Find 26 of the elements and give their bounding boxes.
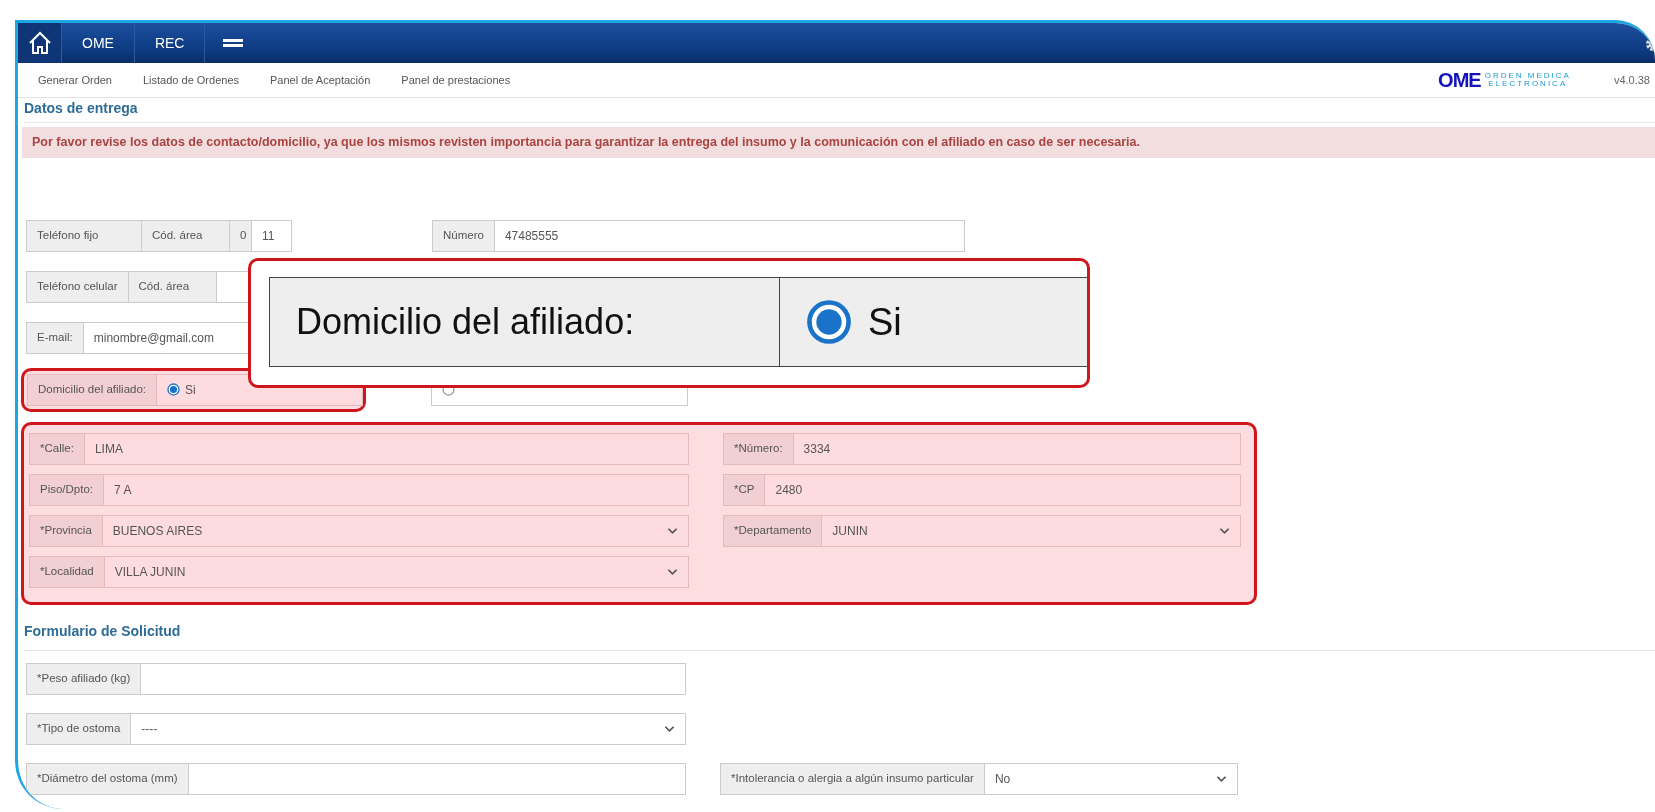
field-label: 0 <box>230 219 252 252</box>
field-label: *Calle: <box>29 432 85 465</box>
field-label: Cód. área <box>142 219 230 252</box>
field-label: *CP <box>723 473 766 506</box>
field-label: *Provincia <box>29 514 103 547</box>
field-label: Teléfono celular <box>26 270 129 303</box>
field-label: *Intolerancia o alergia a algún insumo particular <box>720 762 985 795</box>
version-label: v4.0.38 <box>1613 72 1650 88</box>
field-label: *Localidad <box>29 555 105 588</box>
field-label: *Diámetro del ostoma (mm) <box>26 762 189 795</box>
field-label: Domicilio del afiliado: <box>27 373 158 406</box>
notice-banner: Por favor revise los datos de contacto/domicilio, ya que los mismos revisten importancia para garantizar la entrega del insumo y la comunicación con el afiliado en caso de ser necesaria. <box>22 127 1655 158</box>
field-label: *Número: <box>723 432 794 465</box>
field-label: Número <box>432 219 495 252</box>
field-label: E-mail: <box>26 321 84 354</box>
field-label: *Tipo de ostoma <box>26 712 132 745</box>
section-title: Formulario de Solicitud <box>24 620 1655 651</box>
field-label: Cód. área <box>128 270 217 303</box>
callout-label: Domicilio del afiliado: <box>270 278 780 366</box>
field-label: Teléfono fijo <box>26 219 142 252</box>
radio-label: Si <box>185 381 196 399</box>
field-label: *Peso afiliado (kg) <box>26 662 142 695</box>
radio-label: Si <box>868 299 902 345</box>
field-label: *Departamento <box>723 514 823 547</box>
section-title: Datos de entrega <box>24 98 1655 123</box>
field-label: Piso/Dpto: <box>29 473 105 506</box>
